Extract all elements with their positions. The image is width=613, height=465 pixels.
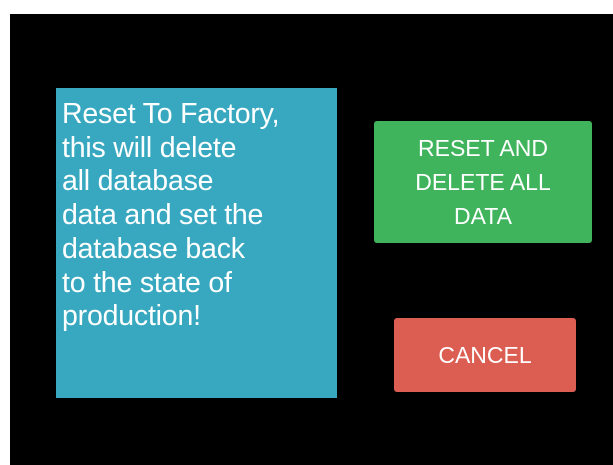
warning-message: Reset To Factory, this will delete all d… — [62, 98, 280, 333]
reset-and-delete-button[interactable]: RESET AND DELETE ALL DATA — [374, 121, 592, 243]
cancel-button[interactable]: CANCEL — [394, 318, 576, 392]
reset-dialog: Reset To Factory, this will delete all d… — [10, 14, 613, 465]
screen-frame: Reset To Factory, this will delete all d… — [0, 0, 613, 465]
warning-message-panel: Reset To Factory, this will delete all d… — [56, 88, 337, 398]
